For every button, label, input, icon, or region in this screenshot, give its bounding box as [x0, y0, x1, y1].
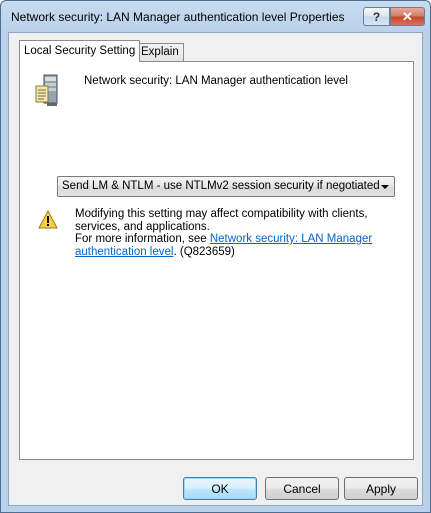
tab-label: Local Security Setting	[24, 45, 136, 57]
window-title: Network security: LAN Manager authentica…	[11, 10, 345, 24]
properties-dialog: Network security: LAN Manager authentica…	[0, 0, 431, 513]
warning-icon	[38, 210, 58, 229]
close-icon: ✕	[402, 8, 413, 24]
tab-label: Explain	[141, 46, 179, 58]
title-bar[interactable]: Network security: LAN Manager authentica…	[1, 1, 430, 31]
warning-text-line1: Modifying this setting may affect compat…	[75, 208, 368, 233]
help-icon: ?	[372, 9, 381, 24]
warning-message: Modifying this setting may affect compat…	[75, 208, 375, 258]
policy-label: Network security: LAN Manager authentica…	[84, 75, 348, 87]
tab-explain[interactable]: Explain	[136, 43, 184, 62]
help-button[interactable]: ?	[363, 7, 390, 26]
apply-button[interactable]: Apply	[344, 477, 418, 500]
tab-panel: Network security: LAN Manager authentica…	[19, 61, 414, 460]
dropdown-selected-value: Send LM & NTLM - use NTLMv2 session secu…	[62, 180, 380, 192]
server-icon	[35, 74, 58, 106]
cancel-button[interactable]: Cancel	[265, 477, 339, 500]
dialog-client-area: Local Security Setting Explain Network s…	[8, 32, 423, 506]
ok-button[interactable]: OK	[183, 477, 257, 500]
warning-text-suffix: . (Q823659)	[173, 245, 235, 258]
warning-text-prefix: For more information, see	[75, 233, 210, 245]
close-button[interactable]: ✕	[390, 7, 425, 26]
chevron-down-icon[interactable]	[381, 185, 389, 189]
tab-local-security-setting[interactable]: Local Security Setting	[19, 40, 141, 62]
authentication-level-dropdown[interactable]: Send LM & NTLM - use NTLMv2 session secu…	[57, 176, 395, 197]
